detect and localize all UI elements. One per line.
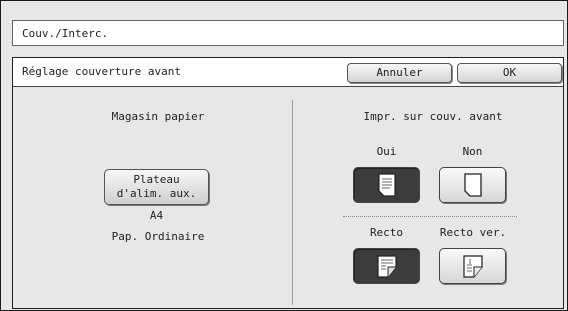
cancel-button[interactable]: Annuler	[347, 63, 452, 83]
duplex-label: Recto ver.	[439, 226, 507, 239]
no-print-button[interactable]	[439, 167, 506, 203]
blank-page-icon	[464, 173, 482, 197]
ok-button[interactable]: OK	[457, 63, 562, 83]
column-divider	[292, 100, 293, 305]
simplex-page-icon	[377, 255, 397, 278]
tray-button-line2: d'alim. aux.	[116, 187, 197, 200]
panel-header: Réglage couverture avant Annuler OK	[13, 58, 563, 87]
print-on-cover-label: Impr. sur couv. avant	[363, 110, 503, 123]
printed-page-icon	[378, 173, 396, 197]
paper-tray-label: Magasin papier	[111, 110, 205, 123]
title-bar: Couv./Interc.	[12, 20, 564, 46]
paper-type: Pap. Ordinaire	[111, 230, 205, 243]
paper-size: A4	[149, 209, 164, 222]
simplex-button[interactable]	[353, 248, 420, 284]
dialog-title: Couv./Interc.	[22, 27, 109, 40]
dialog-frame: Couv./Interc. Réglage couverture avant A…	[0, 0, 568, 311]
cover-settings-panel: Réglage couverture avant Annuler OK Maga…	[12, 57, 564, 309]
duplex-button[interactable]	[439, 248, 506, 284]
yes-label: Oui	[376, 145, 397, 158]
bypass-tray-button[interactable]: Plateau d'alim. aux.	[104, 169, 209, 205]
duplex-page-icon	[463, 255, 483, 278]
no-label: Non	[462, 145, 483, 158]
option-divider	[343, 216, 517, 217]
simplex-label: Recto	[369, 226, 404, 239]
tray-button-line1: Plateau	[133, 173, 180, 186]
yes-print-button[interactable]	[353, 167, 420, 203]
panel-title: Réglage couverture avant	[22, 65, 181, 78]
